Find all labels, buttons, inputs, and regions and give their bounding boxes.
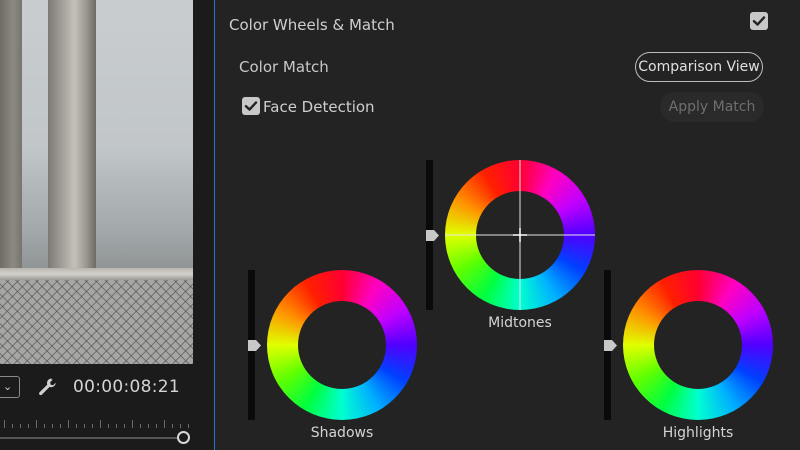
video-railing	[0, 268, 193, 280]
ruler-tick	[156, 424, 157, 428]
program-monitor: ⌄ 00:00:08:21	[0, 0, 213, 450]
ruler-tick	[164, 420, 165, 428]
ruler-tick	[140, 424, 141, 428]
ruler-tick	[148, 424, 149, 428]
video-frame[interactable]	[0, 0, 193, 364]
highlights-label: Highlights	[662, 425, 734, 441]
color-wheels-panel: Color Wheels & Match Color Match Compari…	[215, 0, 800, 450]
ruler-tick	[28, 424, 29, 428]
midtones-color-wheel[interactable]	[445, 160, 595, 310]
ruler-tick	[172, 424, 173, 428]
section-enable-checkbox[interactable]	[750, 12, 768, 30]
ruler-tick	[52, 424, 53, 428]
ruler-tick	[108, 424, 109, 428]
checkmark-icon	[244, 101, 258, 111]
ruler-tick	[84, 424, 85, 428]
ruler-tick	[100, 420, 101, 428]
ruler-tick	[92, 424, 93, 428]
ruler-tick	[44, 424, 45, 428]
chevron-down-icon: ⌄	[3, 380, 13, 393]
ruler-tick	[180, 424, 181, 428]
video-net	[0, 280, 193, 364]
shadows-color-wheel[interactable]	[267, 270, 417, 420]
ruler-tick	[60, 424, 61, 428]
ruler-tick	[124, 424, 125, 428]
time-ruler[interactable]	[0, 418, 193, 428]
highlights-color-wheel[interactable]	[623, 270, 773, 420]
comparison-view-button[interactable]: Comparison View	[635, 52, 763, 82]
ruler-tick	[68, 420, 69, 428]
zoom-level-dropdown[interactable]: ⌄	[0, 376, 20, 398]
playhead-timecode[interactable]: 00:00:08:21	[73, 377, 180, 397]
face-detection-label[interactable]: Face Detection	[263, 98, 375, 116]
face-detection-checkbox[interactable]	[242, 97, 260, 115]
ruler-tick	[12, 424, 13, 428]
ruler-tick	[132, 420, 133, 428]
apply-match-button[interactable]: Apply Match	[660, 92, 764, 122]
ruler-tick	[4, 420, 5, 428]
color-match-label: Color Match	[239, 58, 329, 76]
midtones-label: Midtones	[488, 315, 552, 331]
ruler-tick	[116, 424, 117, 428]
checkmark-icon	[752, 16, 766, 26]
shadows-label: Shadows	[310, 425, 374, 441]
scrub-bar[interactable]	[0, 437, 186, 439]
ruler-tick	[76, 424, 77, 428]
ruler-tick	[20, 424, 21, 428]
section-title[interactable]: Color Wheels & Match	[229, 16, 395, 34]
playhead-handle[interactable]	[177, 431, 190, 444]
shadows-slider-handle[interactable]	[248, 340, 261, 351]
wrench-icon[interactable]	[37, 376, 57, 398]
ruler-tick	[36, 420, 37, 428]
video-fog	[0, 150, 193, 280]
highlights-slider-handle[interactable]	[604, 340, 617, 351]
midtones-slider-handle[interactable]	[426, 230, 439, 241]
ruler-tick	[188, 424, 189, 428]
